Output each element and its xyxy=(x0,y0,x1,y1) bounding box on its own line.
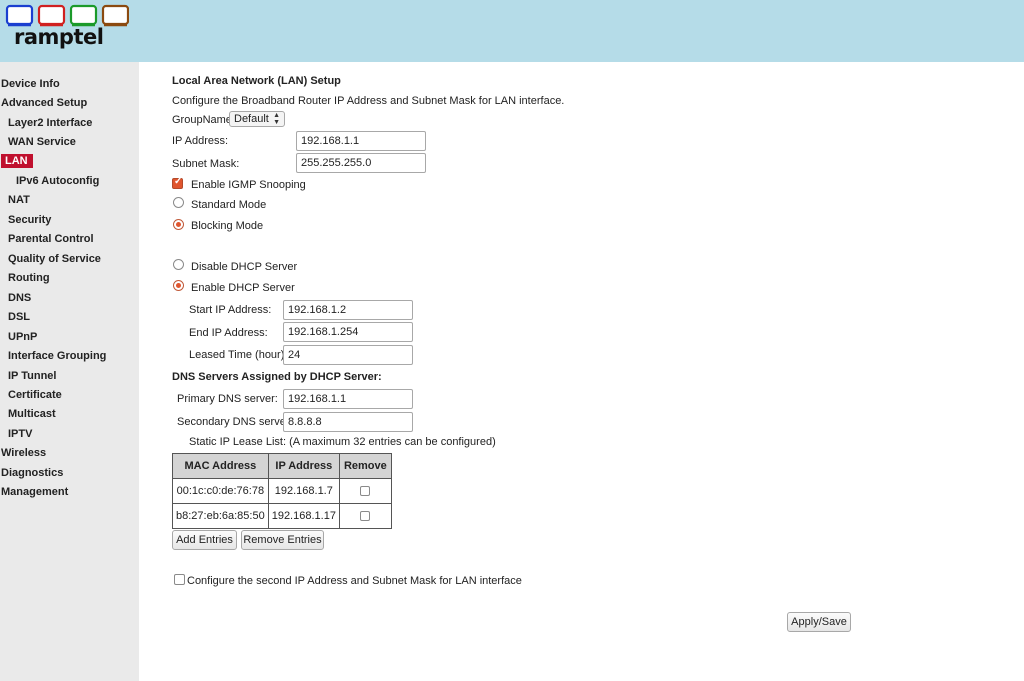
table-header-row: MAC Address IP Address Remove xyxy=(172,453,392,479)
column-header-mac: MAC Address xyxy=(172,453,269,479)
table-row: b8:27:eb:6a:85:50 192.168.1.17 xyxy=(172,503,392,529)
secondary-dns-label: Secondary DNS server: xyxy=(177,416,293,428)
add-entries-button[interactable]: Add Entries xyxy=(172,530,237,550)
remove-entries-button[interactable]: Remove Entries xyxy=(241,530,324,550)
standard-mode-label: Standard Mode xyxy=(191,199,267,211)
logo-text: ramptel xyxy=(14,25,104,49)
start-ip-label: Start IP Address: xyxy=(189,304,272,316)
sidebar-item-dsl[interactable]: DSL xyxy=(8,310,30,324)
disable-dhcp-radio[interactable] xyxy=(173,259,184,270)
dns-heading: DNS Servers Assigned by DHCP Server: xyxy=(172,371,382,383)
column-header-remove: Remove xyxy=(338,453,392,479)
subnet-mask-label: Subnet Mask: xyxy=(172,158,240,170)
remove-cell xyxy=(338,503,392,529)
ip-address-label: IP Address: xyxy=(172,135,229,147)
sidebar-item-routing[interactable]: Routing xyxy=(8,271,50,285)
sidebar-item-nat[interactable]: NAT xyxy=(8,193,30,207)
primary-dns-input[interactable]: 192.168.1.1 xyxy=(283,389,413,409)
sidebar-item-interface-grouping[interactable]: Interface Grouping xyxy=(8,349,106,363)
sidebar-item-security[interactable]: Security xyxy=(8,213,51,227)
sidebar-item-upnp[interactable]: UPnP xyxy=(8,330,37,344)
sidebar-item-device-info[interactable]: Device Info xyxy=(1,77,60,91)
table-row: 00:1c:c0:de:76:78 192.168.1.7 xyxy=(172,478,392,504)
group-name-value: Default xyxy=(234,113,269,125)
sidebar-item-advanced-setup[interactable]: Advanced Setup xyxy=(1,96,87,110)
sidebar-item-management[interactable]: Management xyxy=(1,485,68,499)
sidebar-item-certificate[interactable]: Certificate xyxy=(8,388,62,402)
end-ip-input[interactable]: 192.168.1.254 xyxy=(283,322,413,342)
page-title: Local Area Network (LAN) Setup xyxy=(172,75,341,87)
enable-dhcp-radio[interactable] xyxy=(173,280,184,291)
second-ip-checkbox[interactable] xyxy=(174,574,185,585)
static-lease-label: Static IP Lease List: (A maximum 32 entr… xyxy=(189,436,496,448)
sidebar-item-ipv6-autoconfig[interactable]: IPv6 Autoconfig xyxy=(16,174,99,188)
sidebar-item-wan-service[interactable]: WAN Service xyxy=(8,135,76,149)
ip-cell: 192.168.1.17 xyxy=(267,503,340,529)
group-name-select[interactable]: Default ▲ ▼ xyxy=(229,111,285,127)
igmp-snooping-label: Enable IGMP Snooping xyxy=(191,179,306,191)
sidebar-item-dns[interactable]: DNS xyxy=(8,291,31,305)
ip-address-input[interactable]: 192.168.1.1 xyxy=(296,131,426,151)
page-description: Configure the Broadband Router IP Addres… xyxy=(172,95,565,107)
disable-dhcp-label: Disable DHCP Server xyxy=(191,261,298,273)
remove-checkbox[interactable] xyxy=(360,511,371,522)
second-ip-label: Configure the second IP Address and Subn… xyxy=(187,575,522,587)
standard-mode-radio[interactable] xyxy=(173,197,184,208)
igmp-snooping-checkbox[interactable] xyxy=(172,176,183,189)
enable-dhcp-label: Enable DHCP Server xyxy=(191,282,295,294)
start-ip-input[interactable]: 192.168.1.2 xyxy=(283,300,413,320)
sidebar-item-lan[interactable]: LAN xyxy=(1,154,33,168)
remove-cell xyxy=(338,478,392,504)
header-banner: ramptel xyxy=(0,0,1024,62)
ip-cell: 192.168.1.7 xyxy=(267,478,340,504)
blocking-mode-label: Blocking Mode xyxy=(191,220,264,232)
sidebar-item-multicast[interactable]: Multicast xyxy=(8,407,56,421)
group-name-label: GroupName xyxy=(172,114,232,126)
sidebar-nav: Device Info Advanced Setup Layer2 Interf… xyxy=(0,62,139,681)
column-header-ip: IP Address xyxy=(267,453,340,479)
sidebar-item-iptv[interactable]: IPTV xyxy=(8,427,32,441)
sidebar-item-parental-control[interactable]: Parental Control xyxy=(8,232,94,246)
sidebar-item-diagnostics[interactable]: Diagnostics xyxy=(1,466,63,480)
subnet-mask-input[interactable]: 255.255.255.0 xyxy=(296,153,426,173)
lease-time-input[interactable]: 24 xyxy=(283,345,413,365)
mac-cell: b8:27:eb:6a:85:50 xyxy=(172,503,269,529)
mac-cell: 00:1c:c0:de:76:78 xyxy=(172,478,269,504)
main-content: Local Area Network (LAN) Setup Configure… xyxy=(139,62,1024,681)
sidebar-item-ip-tunnel[interactable]: IP Tunnel xyxy=(8,369,57,383)
sidebar-item-layer2-interface[interactable]: Layer2 Interface xyxy=(8,116,92,130)
secondary-dns-input[interactable]: 8.8.8.8 xyxy=(283,412,413,432)
lease-time-label: Leased Time (hour): xyxy=(189,349,288,361)
sidebar-item-quality-of-service[interactable]: Quality of Service xyxy=(8,252,101,266)
apply-save-button[interactable]: Apply/Save xyxy=(787,612,851,632)
blocking-mode-radio[interactable] xyxy=(173,219,184,230)
static-lease-table: MAC Address IP Address Remove 00:1c:c0:d… xyxy=(172,453,392,529)
remove-checkbox[interactable] xyxy=(360,486,371,497)
select-arrows-icon: ▲ ▼ xyxy=(273,112,280,126)
sidebar-item-wireless[interactable]: Wireless xyxy=(1,446,46,460)
primary-dns-label: Primary DNS server: xyxy=(177,393,278,405)
end-ip-label: End IP Address: xyxy=(189,327,268,339)
